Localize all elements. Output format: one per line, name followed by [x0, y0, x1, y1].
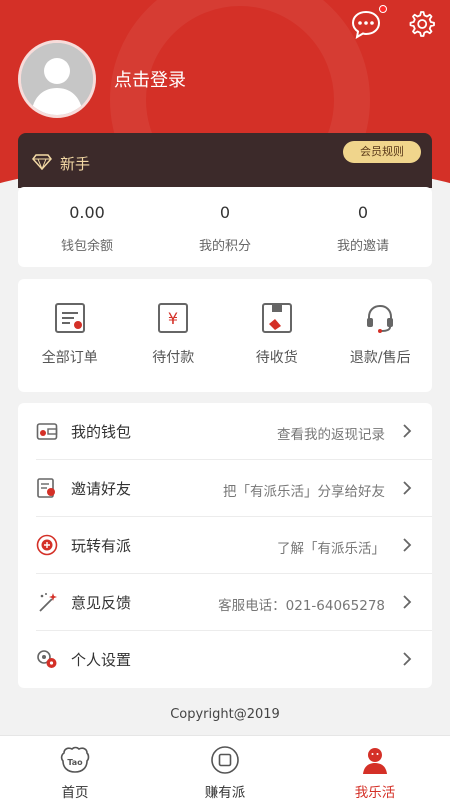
diamond-icon	[32, 154, 52, 170]
tab-label: 赚有派	[204, 785, 246, 800]
svg-text:Tao: Tao	[67, 758, 83, 767]
invite-icon	[37, 478, 55, 498]
wallet-icon	[36, 423, 58, 440]
chevron-right-icon	[403, 652, 412, 666]
bottom-tab-bar: Tao 首页 赚有派 我乐活	[0, 735, 450, 800]
stat-label: 我的邀请	[336, 239, 389, 254]
feedback-wand-icon	[39, 593, 57, 612]
chevron-right-icon	[403, 481, 412, 495]
tab-label: 首页	[61, 785, 89, 800]
menu-description: 客服电话：021-64065278	[218, 598, 385, 614]
tab-earn[interactable]: 赚有派	[150, 736, 300, 800]
member-rules-button[interactable]: 会员规则	[343, 141, 421, 163]
yuan-payment-icon: ¥	[158, 303, 189, 333]
menu-description: 查看我的返现记录	[277, 427, 385, 443]
guide-icon	[36, 534, 58, 556]
menu-item-wallet[interactable]: 我的钱包 查看我的返现记录	[18, 403, 432, 460]
menu-label: 意见反馈	[71, 594, 132, 612]
gear-icon	[409, 11, 435, 37]
menu-card: 我的钱包 查看我的返现记录 邀请好友 把「有派乐活」分享给好友 玩转有派 了解「…	[18, 403, 432, 688]
member-level: 新手	[60, 155, 91, 173]
order-label: 待收货	[255, 350, 298, 366]
order-label: 待付款	[152, 350, 195, 366]
chevron-right-icon	[403, 595, 412, 609]
menu-item-feedback[interactable]: 意见反馈 客服电话：021-64065278	[18, 574, 432, 631]
order-pending-receipt[interactable]: 待收货	[225, 279, 329, 392]
menu-label: 我的钱包	[71, 423, 132, 441]
order-all[interactable]: 全部订单	[18, 279, 122, 392]
menu-item-invite[interactable]: 邀请好友 把「有派乐活」分享给好友	[18, 460, 432, 517]
stat-value: 0	[219, 203, 231, 222]
order-pending-payment[interactable]: ¥ 待付款	[122, 279, 226, 392]
avatar[interactable]	[18, 40, 96, 118]
stat-value: 0.00	[69, 203, 105, 222]
menu-item-guide[interactable]: 玩转有派 了解「有派乐活」	[18, 517, 432, 574]
stat-invites[interactable]: 0 我的邀请	[294, 187, 432, 267]
settings-button[interactable]	[405, 8, 437, 40]
headset-service-icon	[367, 304, 394, 333]
earn-icon	[211, 746, 239, 774]
menu-label: 玩转有派	[71, 537, 132, 555]
tab-home[interactable]: Tao 首页	[0, 736, 150, 800]
notification-dot	[379, 5, 387, 13]
stats-card: 0.00 钱包余额 0 我的积分 0 我的邀请	[18, 187, 432, 267]
order-label: 全部订单	[41, 350, 98, 366]
menu-description: 把「有派乐活」分享给好友	[223, 484, 385, 500]
stat-label: 我的积分	[198, 239, 251, 254]
order-list-icon	[54, 303, 85, 333]
menu-label: 个人设置	[71, 651, 132, 669]
chat-bubble-icon	[351, 10, 381, 39]
stat-value: 0	[357, 203, 369, 222]
svg-text:¥: ¥	[168, 309, 178, 328]
menu-description: 了解「有派乐活」	[277, 541, 385, 557]
menu-item-settings[interactable]: 个人设置	[18, 631, 432, 688]
order-label: 退款/售后	[349, 350, 411, 366]
package-receive-icon	[261, 303, 292, 333]
chevron-right-icon	[403, 538, 412, 552]
tao-home-icon: Tao	[60, 746, 90, 773]
user-silhouette-icon	[21, 43, 93, 115]
chevron-right-icon	[403, 424, 412, 438]
menu-label: 邀请好友	[71, 480, 132, 498]
copyright: Copyright@2019	[170, 707, 280, 722]
tab-label: 我乐活	[354, 785, 396, 800]
login-link[interactable]: 点击登录	[114, 66, 186, 92]
orders-card: 全部订单 ¥ 待付款 待收货 退款/售后	[18, 279, 432, 392]
profile-icon	[363, 748, 387, 774]
tab-profile[interactable]: 我乐活	[300, 736, 450, 800]
stat-wallet-balance[interactable]: 0.00 钱包余额	[18, 187, 156, 267]
settings-icon	[37, 650, 57, 668]
order-refund-service[interactable]: 退款/售后	[329, 279, 433, 392]
stat-label: 钱包余额	[60, 239, 113, 254]
stat-points[interactable]: 0 我的积分	[156, 187, 294, 267]
message-button[interactable]	[350, 8, 382, 40]
member-card: 新手 会员规则	[18, 133, 432, 188]
